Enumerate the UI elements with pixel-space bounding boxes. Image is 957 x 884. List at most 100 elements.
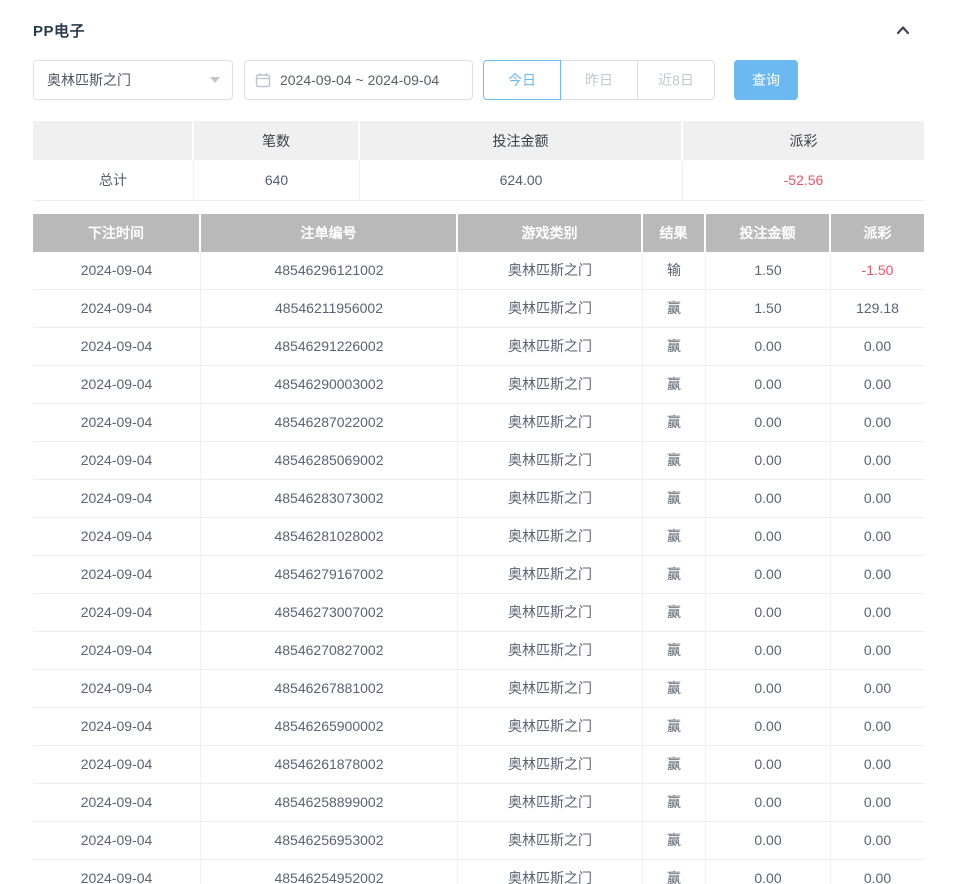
cell-order-no: 48546256953002 — [201, 822, 458, 860]
table-row: 2024-09-0448546296121002奥林匹斯之门输1.50-1.50 — [33, 252, 924, 290]
cell-order-no: 48546211956002 — [201, 290, 458, 328]
cell-result: 赢 — [643, 784, 706, 822]
range-button-yesterday[interactable]: 昨日 — [560, 60, 638, 100]
bets-column-header: 下注时间 — [33, 214, 201, 252]
cell-bet: 0.00 — [706, 480, 831, 518]
chevron-up-icon — [893, 20, 913, 40]
cell-result: 赢 — [643, 594, 706, 632]
cell-game: 奥林匹斯之门 — [458, 518, 643, 556]
cell-result: 赢 — [643, 290, 706, 328]
cell-game: 奥林匹斯之门 — [458, 708, 643, 746]
cell-order-no: 48546287022002 — [201, 404, 458, 442]
cell-bet: 0.00 — [706, 442, 831, 480]
cell-result: 赢 — [643, 746, 706, 784]
cell-bet: 0.00 — [706, 708, 831, 746]
cell-payout: -1.50 — [831, 252, 924, 290]
table-row: 2024-09-0448546279167002奥林匹斯之门赢0.000.00 — [33, 556, 924, 594]
table-row: 2024-09-0448546273007002奥林匹斯之门赢0.000.00 — [33, 594, 924, 632]
date-range-value: 2024-09-04 ~ 2024-09-04 — [280, 72, 439, 88]
cell-time: 2024-09-04 — [33, 860, 201, 884]
cell-result: 输 — [643, 252, 706, 290]
cell-order-no: 48546296121002 — [201, 252, 458, 290]
cell-bet: 0.00 — [706, 860, 831, 884]
panel-header: PP电子 — [33, 20, 924, 40]
cell-payout: 0.00 — [831, 860, 924, 884]
cell-game: 奥林匹斯之门 — [458, 480, 643, 518]
cell-bet: 0.00 — [706, 556, 831, 594]
table-row: 2024-09-0448546265900002奥林匹斯之门赢0.000.00 — [33, 708, 924, 746]
cell-bet: 0.00 — [706, 784, 831, 822]
cell-time: 2024-09-04 — [33, 632, 201, 670]
search-button[interactable]: 查询 — [734, 60, 798, 100]
cell-payout: 0.00 — [831, 746, 924, 784]
cell-game: 奥林匹斯之门 — [458, 442, 643, 480]
cell-time: 2024-09-04 — [33, 556, 201, 594]
cell-payout: 0.00 — [831, 708, 924, 746]
cell-order-no: 48546261878002 — [201, 746, 458, 784]
cell-time: 2024-09-04 — [33, 594, 201, 632]
table-row: 2024-09-0448546211956002奥林匹斯之门赢1.50129.1… — [33, 290, 924, 328]
quick-range-group: 今日 昨日 近8日 — [483, 60, 715, 100]
cell-order-no: 48546291226002 — [201, 328, 458, 366]
cell-order-no: 48546265900002 — [201, 708, 458, 746]
cell-bet: 0.00 — [706, 328, 831, 366]
table-row: 2024-09-0448546285069002奥林匹斯之门赢0.000.00 — [33, 442, 924, 480]
table-row: 2024-09-0448546287022002奥林匹斯之门赢0.000.00 — [33, 404, 924, 442]
cell-game: 奥林匹斯之门 — [458, 404, 643, 442]
table-row: 2024-09-0448546290003002奥林匹斯之门赢0.000.00 — [33, 366, 924, 404]
cell-result: 赢 — [643, 822, 706, 860]
table-row: 2024-09-0448546254952002奥林匹斯之门赢0.000.00 — [33, 860, 924, 884]
cell-result: 赢 — [643, 366, 706, 404]
cell-bet: 1.50 — [706, 252, 831, 290]
summary-table-header: 笔数投注金额派彩 — [33, 121, 924, 161]
cell-order-no: 48546285069002 — [201, 442, 458, 480]
cell-result: 赢 — [643, 518, 706, 556]
table-row: 2024-09-0448546270827002奥林匹斯之门赢0.000.00 — [33, 632, 924, 670]
cell-order-no: 48546279167002 — [201, 556, 458, 594]
cell-bet: 0.00 — [706, 594, 831, 632]
cell-game: 奥林匹斯之门 — [458, 290, 643, 328]
bets-table-body: 2024-09-0448546296121002奥林匹斯之门输1.50-1.50… — [33, 252, 924, 884]
cell-order-no: 48546290003002 — [201, 366, 458, 404]
cell-bet: 0.00 — [706, 366, 831, 404]
cell-bet: 0.00 — [706, 822, 831, 860]
table-row: 2024-09-0448546261878002奥林匹斯之门赢0.000.00 — [33, 746, 924, 784]
cell-time: 2024-09-04 — [33, 328, 201, 366]
filter-bar: 奥林匹斯之门 2024-09-04 ~ 2024-09-04 今日 昨日 近8日… — [33, 60, 924, 100]
bets-table: 下注时间注单编号游戏类别结果投注金额派彩 2024-09-04485462961… — [33, 214, 924, 884]
cell-game: 奥林匹斯之门 — [458, 822, 643, 860]
collapse-button[interactable] — [892, 19, 914, 41]
game-select-value: 奥林匹斯之门 — [47, 70, 131, 90]
cell-game: 奥林匹斯之门 — [458, 252, 643, 290]
cell-game: 奥林匹斯之门 — [458, 784, 643, 822]
summary-total-bet-amount: 624.00 — [360, 161, 683, 201]
cell-bet: 1.50 — [706, 290, 831, 328]
cell-payout: 0.00 — [831, 328, 924, 366]
caret-down-icon — [210, 77, 220, 83]
cell-order-no: 48546254952002 — [201, 860, 458, 884]
cell-result: 赢 — [643, 556, 706, 594]
cell-game: 奥林匹斯之门 — [458, 746, 643, 784]
cell-game: 奥林匹斯之门 — [458, 670, 643, 708]
cell-order-no: 48546273007002 — [201, 594, 458, 632]
range-button-today[interactable]: 今日 — [483, 60, 561, 100]
range-button-last8days[interactable]: 近8日 — [637, 60, 715, 100]
cell-payout: 129.18 — [831, 290, 924, 328]
cell-bet: 0.00 — [706, 404, 831, 442]
cell-result: 赢 — [643, 480, 706, 518]
cell-time: 2024-09-04 — [33, 822, 201, 860]
cell-payout: 0.00 — [831, 632, 924, 670]
cell-time: 2024-09-04 — [33, 518, 201, 556]
cell-bet: 0.00 — [706, 632, 831, 670]
cell-payout: 0.00 — [831, 518, 924, 556]
cell-result: 赢 — [643, 860, 706, 884]
cell-result: 赢 — [643, 404, 706, 442]
game-select[interactable]: 奥林匹斯之门 — [33, 60, 233, 100]
date-range-input[interactable]: 2024-09-04 ~ 2024-09-04 — [244, 60, 473, 100]
cell-game: 奥林匹斯之门 — [458, 556, 643, 594]
summary-total-payout: -52.56 — [683, 161, 924, 201]
cell-time: 2024-09-04 — [33, 290, 201, 328]
cell-result: 赢 — [643, 708, 706, 746]
cell-payout: 0.00 — [831, 594, 924, 632]
cell-payout: 0.00 — [831, 366, 924, 404]
